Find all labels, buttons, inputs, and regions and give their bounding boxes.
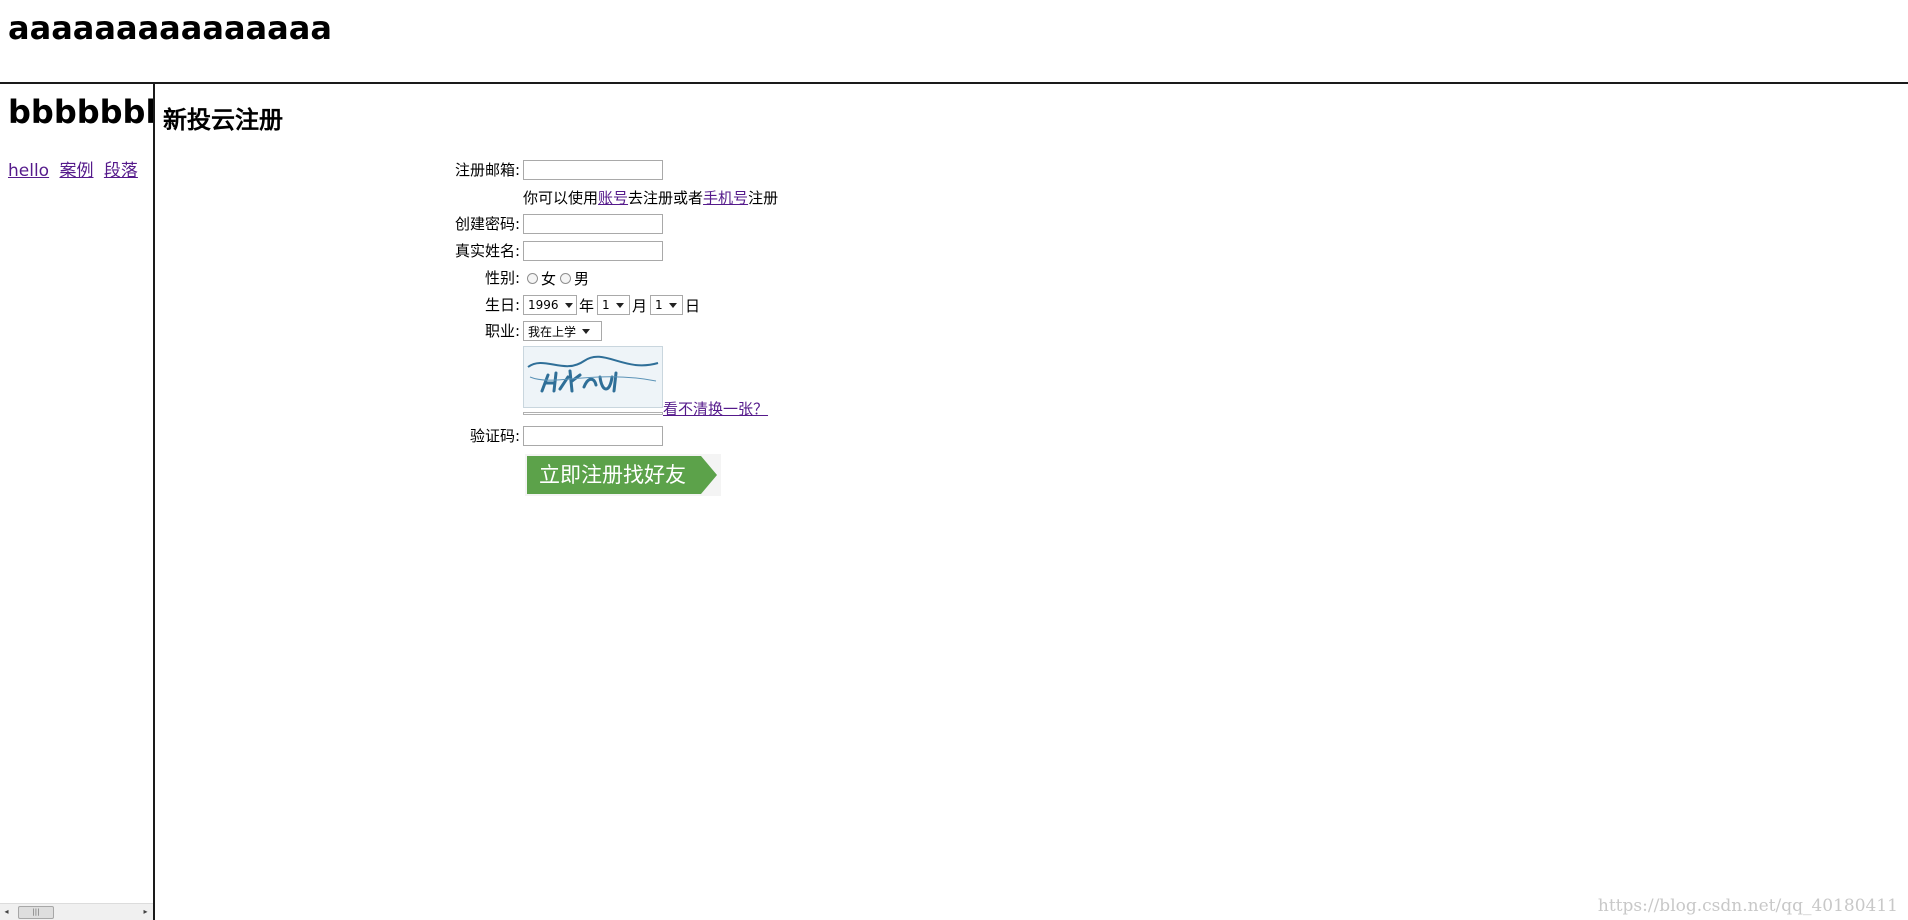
day-unit: 日 [685,296,701,315]
scroll-left-arrow-icon[interactable]: ◂ [2,907,11,917]
hint-middle: 去注册或者 [628,188,704,207]
captcha-area: 看不清换一张？ [523,346,923,418]
captcha-input[interactable] [523,426,663,446]
real-name-input[interactable] [523,241,663,261]
chevron-down-icon [564,302,573,308]
captcha-image[interactable] [523,346,663,408]
gender-male-label: 男 [574,269,590,288]
name-row: 真实姓名: [155,239,1055,263]
nav-link-paragraph[interactable]: 段落 [104,161,138,181]
year-select[interactable]: 1996 [523,295,577,315]
email-input[interactable] [523,160,663,180]
month-select[interactable]: 1 [597,295,631,315]
captcha-refresh-link[interactable]: 看不清换一张？ [663,398,768,419]
register-hint: 你可以使用 账号 去注册或者 手机号 注册 [523,185,778,209]
chevron-down-icon [668,302,677,308]
hint-prefix: 你可以使用 [523,188,599,207]
email-label: 注册邮箱: [454,161,520,179]
email-row: 注册邮箱: [155,158,1055,182]
hint-phone-link[interactable]: 手机号 [703,187,748,208]
hint-row: 你可以使用 账号 去注册或者 手机号 注册 [155,185,1055,209]
password-input[interactable] [523,214,663,234]
chevron-down-icon [615,302,624,308]
name-label: 真实姓名: [454,242,520,260]
gender-male-radio[interactable] [560,272,572,284]
gender-options: 女 男 [523,266,589,290]
main-frame: 新投云注册 注册邮箱: 你可以使用 账号 去注册或者 手机号 注册 创建密码: 真实姓名… [155,84,1908,920]
birthday-selects: 1996 年 1 月 1 日 [523,293,700,317]
left-nav-links: hello 案例 段落 [8,156,143,181]
left-heading: bbbbbbbbbbbbbbb [8,93,155,131]
nav-link-hello[interactable]: hello [8,161,49,181]
captcha-label: 验证码: [469,427,520,445]
watermark: https://blog.csdn.net/qq_40180411 [1597,896,1898,916]
top-frame: aaaaaaaaaaaaaaa [0,0,1908,84]
day-select[interactable]: 1 [650,295,684,315]
captcha-divider [523,412,663,415]
gender-female-label: 女 [541,269,557,288]
gender-label: 性别: [484,269,520,287]
nav-link-cases[interactable]: 案例 [60,161,94,181]
birthday-label: 生日: [484,296,520,314]
month-unit: 月 [632,296,648,315]
scroll-thumb[interactable]: ||| [18,906,54,919]
gender-row: 性别: 女 男 [155,266,1055,290]
birthday-row: 生日: 1996 年 1 月 1 日 [155,293,1055,317]
gender-female-radio[interactable] [527,272,538,284]
year-unit: 年 [579,296,595,315]
password-label: 创建密码: [454,215,520,233]
job-select[interactable]: 我在上学 [523,321,602,341]
captcha-row: 验证码: [155,424,1055,448]
page-title: 新投云注册 [163,106,283,134]
submit-button-label: 立即注册找好友 [539,463,686,487]
hint-suffix: 注册 [748,188,779,207]
register-submit-button[interactable]: 立即注册找好友 [525,454,721,496]
left-frame: bbbbbbbbbbbbbbb hello 案例 段落 ◂ ||| ▸ [0,84,155,920]
chevron-down-icon [582,328,591,334]
password-row: 创建密码: [155,212,1055,236]
top-heading: aaaaaaaaaaaaaaa [8,9,332,47]
job-label: 职业: [484,322,520,340]
job-row: 职业: 我在上学 [155,319,1055,343]
scroll-right-arrow-icon[interactable]: ▸ [141,907,150,917]
hint-account-link[interactable]: 账号 [598,187,628,208]
horizontal-scrollbar[interactable]: ◂ ||| ▸ [0,903,153,920]
